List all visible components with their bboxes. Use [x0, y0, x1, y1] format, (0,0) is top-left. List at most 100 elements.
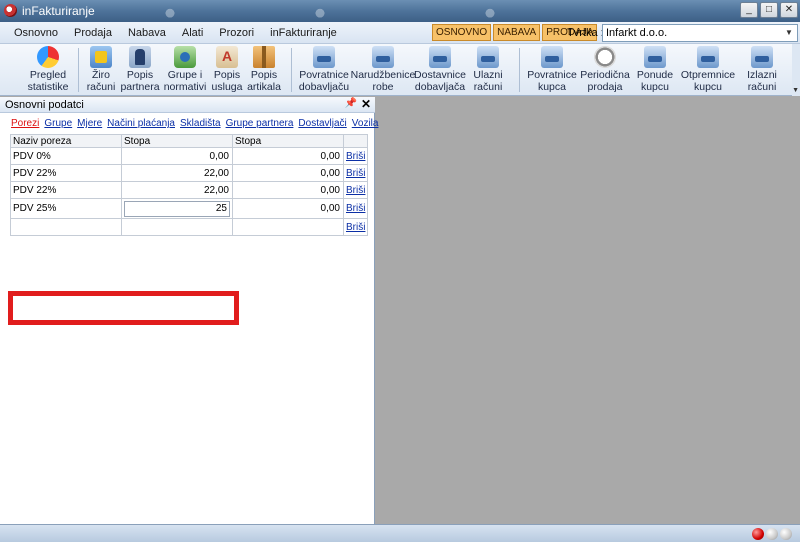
link-vozila[interactable]: Vozila [352, 118, 379, 129]
column-header-stopa-2[interactable]: Stopa [232, 134, 344, 148]
cell-rate-2[interactable]: 0,00 [232, 181, 344, 199]
table-row-editing[interactable]: 0,00 Briši [10, 198, 368, 219]
link-porezi[interactable]: Porezi [11, 118, 39, 129]
company-value: Infarkt d.o.o. [606, 27, 668, 39]
toolbar-button-grupe-normativi[interactable]: Grupe i normativi [162, 45, 208, 95]
toolbar-button-popis-usluga[interactable]: Popis usluga [210, 45, 244, 95]
link-grupe[interactable]: Grupe [44, 118, 72, 129]
close-button[interactable]: ✕ [780, 2, 798, 18]
status-light-grey-icon [780, 528, 792, 540]
toolbar-button-ponude-kupcu[interactable]: Ponude kupcu [634, 45, 676, 95]
close-icon[interactable]: ✕ [361, 97, 371, 111]
link-nacini-placanja[interactable]: Načini plaćanja [107, 118, 175, 129]
highlight-annotation [8, 291, 239, 325]
toolbar-button-povratnice-kupca[interactable]: Povratnice kupca [526, 45, 578, 95]
column-header-stopa[interactable]: Stopa [121, 134, 233, 148]
toolbar-label: Pregled statistike [27, 69, 69, 93]
cube-icon [644, 46, 666, 68]
cell-name[interactable]: PDV 0% [10, 147, 122, 165]
title-bar: inFakturiranje _ □ ✕ [0, 0, 800, 22]
cube-icon [477, 46, 499, 68]
menu-infakturiranje[interactable]: inFakturiranje [262, 26, 345, 40]
toolbar-label: Periodična prodaja [580, 69, 630, 93]
company-label: Tvrtka : [567, 27, 604, 39]
toolbar-label: Izlazni računi [747, 69, 777, 93]
cube-icon [541, 46, 563, 68]
cell-rate-2[interactable]: 0,00 [232, 198, 344, 219]
toolbar-button-periodicna-prodaja[interactable]: Periodična prodaja [580, 45, 630, 95]
tax-grid: Naziv poreza Stopa Stopa PDV 0% 0,00 0,0… [10, 134, 368, 236]
table-row-new[interactable]: Briši [10, 218, 368, 236]
delete-link[interactable]: Briši [343, 198, 368, 219]
toolbar-button-pregled-statistike[interactable]: Pregled statistike [26, 45, 70, 95]
toolbar-button-povratnice-dobavljacu[interactable]: Povratnice dobavljaču [297, 45, 351, 95]
cell-rate[interactable]: 22,00 [121, 181, 233, 199]
cell-rate[interactable]: 0,00 [121, 147, 233, 165]
cell-rate-2[interactable] [232, 218, 344, 236]
menu-alati[interactable]: Alati [174, 26, 211, 40]
delete-link[interactable]: Briši [343, 147, 368, 165]
column-header-naziv[interactable]: Naziv poreza [10, 134, 122, 148]
clock-icon [594, 46, 616, 68]
quick-button-nabava[interactable]: NABAVA [493, 24, 541, 41]
toolbar-label: Popis usluga [211, 69, 243, 93]
company-select[interactable]: Infarkt d.o.o. ▼ [602, 24, 798, 42]
window-title: inFakturiranje [22, 4, 95, 18]
cell-name[interactable]: PDV 22% [10, 164, 122, 182]
cube-icon [751, 46, 773, 68]
status-light-grey-icon [766, 528, 778, 540]
cell-name-edit[interactable] [10, 198, 122, 219]
toolbar-button-izlazni-racuni[interactable]: Izlazni računi [742, 45, 782, 95]
cell-rate-2[interactable]: 0,00 [232, 164, 344, 182]
cube-icon [429, 46, 451, 68]
link-grupe-partnera[interactable]: Grupe partnera [226, 118, 294, 129]
toolbar-button-ziro-racuni[interactable]: Žiro računi [84, 45, 118, 95]
rate-input[interactable] [124, 200, 230, 217]
menu-osnovno[interactable]: Osnovno [6, 26, 66, 40]
toolbar-label: Povratnice dobavljaču [298, 69, 350, 93]
cell-rate[interactable]: 22,00 [121, 164, 233, 182]
cell-rate-edit[interactable] [121, 198, 233, 219]
delete-link[interactable]: Briši [343, 218, 368, 236]
delete-link[interactable]: Briši [343, 164, 368, 182]
toolbar-separator [519, 48, 520, 92]
table-row[interactable]: PDV 22% 22,00 0,00 Briši [10, 181, 368, 199]
menu-prozori[interactable]: Prozori [211, 26, 262, 40]
cell-name[interactable]: PDV 22% [10, 181, 122, 199]
background-decoration [300, 0, 340, 22]
cell-name[interactable] [10, 218, 122, 236]
quick-button-osnovno[interactable]: OSNOVNO [432, 24, 492, 41]
table-row[interactable]: PDV 0% 0,00 0,00 Briši [10, 147, 368, 165]
chevron-down-icon[interactable]: ▼ [792, 87, 799, 94]
menu-nabava[interactable]: Nabava [120, 26, 174, 40]
toolbar-button-popis-partnera[interactable]: Popis partnera [120, 45, 160, 95]
link-dostavljaci[interactable]: Dostavljači [298, 118, 346, 129]
toolbar-label: Dostavnice dobavljača [414, 69, 466, 93]
osnovni-podatci-panel: Osnovni podatci 📌 ✕ Porezi Grupe Mjere N… [0, 97, 378, 524]
menu-prodaja[interactable]: Prodaja [66, 26, 120, 40]
cell-rate[interactable] [121, 218, 233, 236]
minimize-button[interactable]: _ [740, 2, 758, 18]
toolbar-button-ulazni-racuni[interactable]: Ulazni računi [468, 45, 508, 95]
maximize-button[interactable]: □ [760, 2, 778, 18]
toolbar-scroll[interactable]: ▼ [792, 44, 800, 96]
toolbar-button-narudzbenice-robe[interactable]: Narudžbenice robe [351, 45, 415, 95]
toolbar-label: Povratnice kupca [527, 69, 577, 93]
toolbar-label: Ulazni računi [473, 69, 503, 93]
table-row[interactable]: PDV 22% 22,00 0,00 Briši [10, 164, 368, 182]
toolbar-label: Grupe i normativi [163, 69, 207, 93]
link-skladista[interactable]: Skladišta [180, 118, 221, 129]
folder-icon [90, 46, 112, 68]
toolbar-label: Žiro računi [86, 69, 116, 93]
cell-rate-2[interactable]: 0,00 [232, 147, 344, 165]
toolbar-button-otpremnice-kupcu[interactable]: Otpremnice kupcu [680, 45, 736, 95]
column-header-action [343, 134, 368, 148]
delete-link[interactable]: Briši [343, 181, 368, 199]
toolbar-button-dostavnice-dobavljaca[interactable]: Dostavnice dobavljača [414, 45, 466, 95]
link-mjere[interactable]: Mjere [77, 118, 102, 129]
chevron-down-icon[interactable]: ▼ [782, 26, 796, 40]
pin-icon[interactable]: 📌 [345, 98, 357, 109]
toolbar-button-popis-artikala[interactable]: Popis artikala [247, 45, 281, 95]
toolbar-label: Popis artikala [247, 69, 281, 93]
name-input[interactable] [13, 200, 119, 217]
